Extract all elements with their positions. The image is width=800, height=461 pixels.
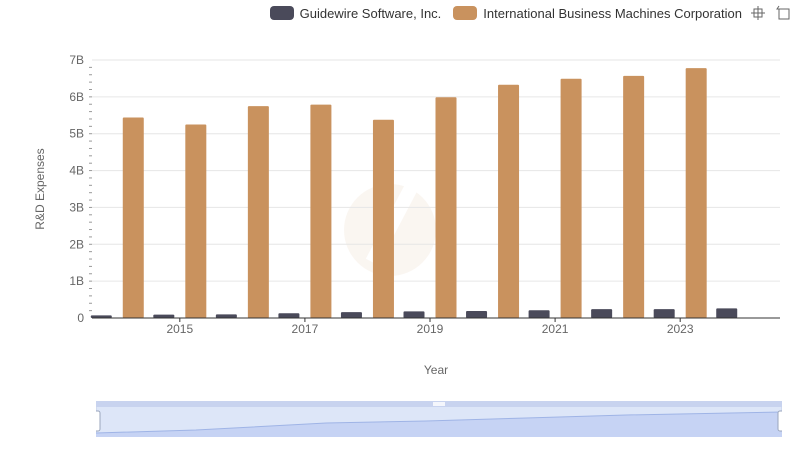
- y-axis-label: R&D Expenses: [33, 148, 47, 230]
- bar-guidewire: [466, 310, 488, 318]
- x-tick-label: 2017: [292, 322, 319, 336]
- data-zoom-slider[interactable]: [96, 401, 782, 437]
- y-tick-label: 4B: [69, 164, 84, 178]
- slider-handle-right[interactable]: [777, 410, 782, 432]
- bar-ibm: [185, 124, 207, 318]
- y-tick-label: 7B: [69, 53, 84, 67]
- bar-ibm: [122, 117, 144, 318]
- bar-guidewire: [716, 308, 738, 318]
- bar-ibm: [685, 68, 707, 318]
- bar-guidewire: [278, 313, 300, 318]
- bar-ibm: [498, 84, 520, 319]
- x-axis-label: Year: [423, 363, 449, 377]
- bar-ibm: [560, 78, 582, 318]
- bar-guidewire: [340, 312, 362, 318]
- bar-guidewire: [653, 309, 675, 318]
- bar-guidewire: [215, 314, 237, 318]
- bar-ibm: [310, 104, 332, 319]
- bar-ibm: [247, 106, 269, 318]
- y-tick-label: 2B: [69, 237, 84, 251]
- bar-guidewire: [591, 309, 613, 318]
- bar-ibm: [372, 119, 394, 318]
- bar-guidewire: [528, 310, 550, 318]
- y-tick-label: 1B: [69, 274, 84, 288]
- x-tick-label: 2015: [166, 322, 193, 336]
- y-tick-label: 0: [77, 311, 84, 325]
- y-tick-label: 6B: [69, 90, 84, 104]
- slider-grip[interactable]: [433, 402, 445, 406]
- x-tick-label: 2023: [667, 322, 694, 336]
- y-tick-label: 3B: [69, 200, 84, 214]
- bar-ibm: [435, 97, 457, 319]
- bar-guidewire: [403, 311, 425, 318]
- slider-handle-left[interactable]: [96, 410, 101, 432]
- x-tick-label: 2019: [417, 322, 444, 336]
- x-tick-label: 2021: [542, 322, 569, 336]
- chart-canvas: 2015 2017 2019 2021 2023 0 1B 2B 3B 4B 5B 6B 7B: [69, 53, 780, 336]
- bar-ibm: [623, 75, 645, 318]
- y-tick-label: 5B: [69, 127, 84, 141]
